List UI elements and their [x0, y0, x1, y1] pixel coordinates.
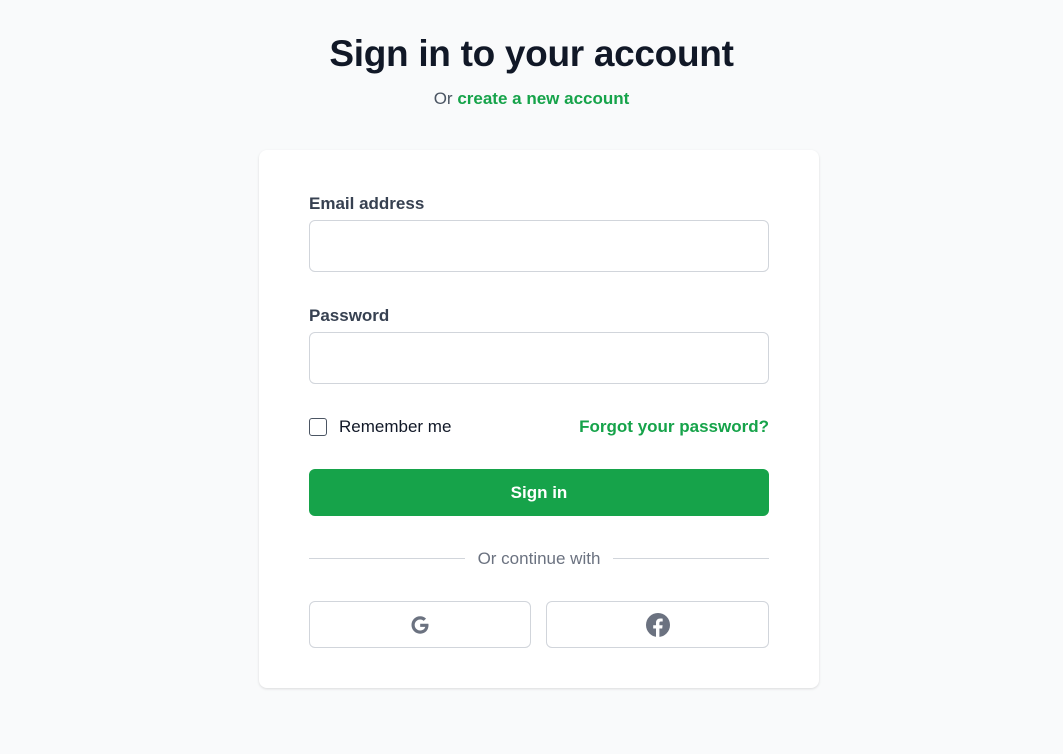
email-field[interactable]: [309, 220, 769, 272]
google-sign-in-button[interactable]: [309, 601, 531, 648]
password-label: Password: [309, 306, 390, 325]
email-label: Email address: [309, 194, 425, 213]
remember-me-label[interactable]: Remember me: [339, 416, 451, 438]
divider-text: Or continue with: [477, 549, 601, 568]
google-icon: [411, 615, 429, 634]
subtitle-prefix: Or: [433, 89, 453, 108]
remember-me[interactable]: Remember me: [309, 416, 451, 438]
sign-in-button[interactable]: Sign in: [309, 469, 769, 516]
remember-me-checkbox[interactable]: [309, 418, 327, 436]
page-title: Sign in to your account: [329, 33, 734, 74]
facebook-sign-in-button[interactable]: [546, 601, 769, 648]
create-account-link[interactable]: create a new account: [457, 89, 629, 108]
divider: Or continue with: [309, 548, 769, 570]
subtitle: Or create a new account: [0, 86, 1063, 112]
options-row: Remember me Forgot your password?: [309, 416, 769, 438]
page-header: Sign in to your account Or create a new …: [0, 28, 1063, 112]
forgot-password-link[interactable]: Forgot your password?: [579, 416, 769, 438]
password-field[interactable]: [309, 332, 769, 384]
facebook-icon: [645, 612, 670, 637]
sign-in-card: Email address Password Remember me Forgo…: [259, 150, 819, 688]
